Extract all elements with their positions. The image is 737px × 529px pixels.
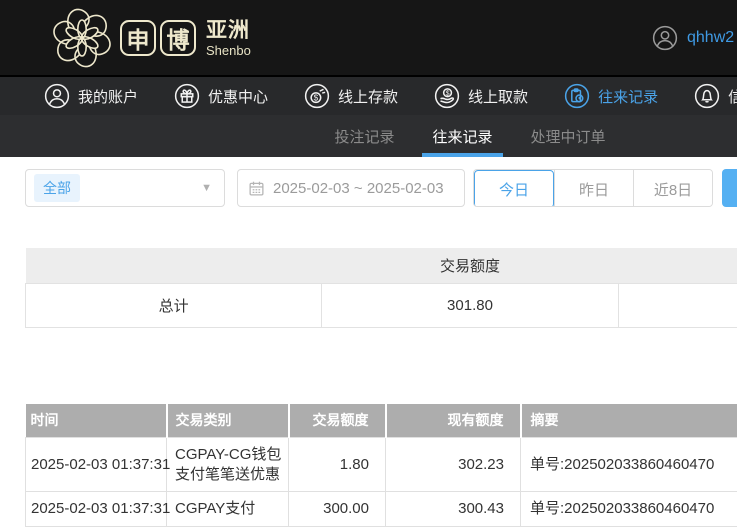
summary-total-row: 总计 301.80 <box>24 282 737 328</box>
logo-en-text: Shenbo <box>206 42 251 58</box>
coin-deposit-icon: $ <box>304 83 330 109</box>
records-table: 时间 交易类别 交易额度 现有额度 摘要 2025-02-03 01:37:31… <box>25 403 737 527</box>
record-tabs: 投注记录 往来记录 处理中订单 <box>0 115 737 157</box>
cell-balance: 302.23 <box>385 437 521 492</box>
clipboard-clock-icon <box>564 83 590 109</box>
svg-text:$: $ <box>446 90 450 97</box>
tab-processing-orders[interactable]: 处理中订单 <box>527 115 610 157</box>
username-text: qhhw2 <box>687 28 735 46</box>
gift-icon <box>174 83 200 109</box>
cell-summary: 单号:202502033860460470 <box>520 491 737 527</box>
summary-total-label: 总计 <box>24 282 323 328</box>
nav-item-deposit[interactable]: $ 线上存款 <box>304 83 398 109</box>
nav-label: 我的账户 <box>78 88 139 106</box>
nav-label: 线上取款 <box>468 88 529 106</box>
cell-time: 2025-02-03 01:37:31 <box>25 437 170 492</box>
cell-type: CGPAY-CG钱包支付笔笔送优惠 <box>166 437 289 492</box>
date-range-input[interactable]: 2025-02-03 ~ 2025-02-03 <box>237 169 465 207</box>
brand-logo[interactable]: 申 博 亚洲 Shenbo <box>52 8 251 68</box>
today-button[interactable]: 今日 <box>474 170 554 206</box>
date-range-text: 2025-02-03 ~ 2025-02-03 <box>273 179 444 197</box>
summary-header-amount: 交易额度 <box>321 248 619 283</box>
account-icon <box>44 83 70 109</box>
avatar-icon <box>652 25 678 50</box>
nav-item-my-account[interactable]: 我的账户 <box>44 83 138 109</box>
nav-label: 优惠中心 <box>208 88 269 106</box>
summary-header-row: 交易额度 <box>25 248 737 283</box>
logo-char-2: 博 <box>160 20 196 56</box>
page: 申 博 亚洲 Shenbo qhhw2 我的账户 优惠中心 $ 线上存款 $ 线… <box>0 0 737 527</box>
yesterday-button[interactable]: 昨日 <box>554 170 633 206</box>
summary-header-empty <box>618 248 737 283</box>
bell-icon <box>694 83 720 109</box>
cell-amount: 1.80 <box>288 437 386 492</box>
nav-item-transaction-records[interactable]: 往来记录 <box>564 83 658 109</box>
col-header-amount: 交易额度 <box>287 403 386 438</box>
table-row: 2025-02-03 01:37:31 CGPAY-CG钱包支付笔笔送优惠 1.… <box>25 437 737 492</box>
logo-char-1: 申 <box>120 20 156 56</box>
nav-label: 信息 <box>728 88 737 106</box>
chevron-down-icon: ▼ <box>201 182 212 194</box>
top-header: 申 博 亚洲 Shenbo qhhw2 <box>0 0 737 75</box>
type-select[interactable]: 全部 ▼ <box>25 169 225 207</box>
summary-header-empty <box>25 248 322 283</box>
cell-balance: 300.43 <box>385 491 521 527</box>
records-header-row: 时间 交易类别 交易额度 现有额度 摘要 <box>25 403 737 438</box>
main-nav: 我的账户 优惠中心 $ 线上存款 $ 线上取款 往来记录 信 <box>0 75 737 115</box>
cell-summary: 单号:202502033860460470 <box>520 437 737 492</box>
tab-label: 处理中订单 <box>530 128 606 146</box>
summary-total-value: 301.80 <box>321 282 619 328</box>
nav-item-promotions[interactable]: 优惠中心 <box>174 83 268 109</box>
date-quick-buttons: 今日 昨日 近8日 <box>473 169 713 207</box>
tab-transaction-records[interactable]: 往来记录 <box>422 115 503 157</box>
tab-label: 投注记录 <box>334 128 395 146</box>
nav-label: 往来记录 <box>598 88 659 106</box>
hand-coin-icon: $ <box>434 83 460 109</box>
tab-label: 往来记录 <box>432 128 493 146</box>
cell-type: CGPAY支付 <box>166 491 289 527</box>
logo-subtitle: 亚洲 Shenbo <box>206 20 251 57</box>
flower-logo-icon <box>53 8 111 68</box>
type-select-value: 全部 <box>34 174 80 202</box>
cell-amount: 300.00 <box>288 491 386 527</box>
calendar-icon <box>249 181 264 196</box>
col-header-summary: 摘要 <box>519 403 737 438</box>
svg-text:$: $ <box>314 94 319 103</box>
logo-region-text: 亚洲 <box>206 18 250 42</box>
user-account[interactable]: qhhw2 <box>652 0 734 75</box>
cell-time: 2025-02-03 01:37:31 <box>25 491 170 527</box>
search-button[interactable] <box>722 169 737 207</box>
col-header-balance: 现有额度 <box>384 403 521 438</box>
nav-item-messages[interactable]: 信息 <box>694 83 737 109</box>
col-header-type: 交易类别 <box>165 403 289 438</box>
table-row: 2025-02-03 01:37:31 CGPAY支付 300.00 300.4… <box>25 491 737 527</box>
content-area: 全部 ▼ 2025-02-03 ~ 2025-02-03 今日 昨日 近8日 交… <box>0 157 737 527</box>
summary-table: 交易额度 总计 301.80 <box>24 248 737 328</box>
logo-characters: 申 博 <box>120 20 196 56</box>
nav-item-withdraw[interactable]: $ 线上取款 <box>434 83 528 109</box>
filter-row: 全部 ▼ 2025-02-03 ~ 2025-02-03 今日 昨日 近8日 <box>25 168 737 208</box>
summary-empty-cell <box>617 282 737 328</box>
col-header-time: 时间 <box>25 403 167 438</box>
last-8-days-button[interactable]: 近8日 <box>633 170 712 206</box>
nav-label: 线上存款 <box>338 88 399 106</box>
tab-betting-records[interactable]: 投注记录 <box>330 115 398 157</box>
